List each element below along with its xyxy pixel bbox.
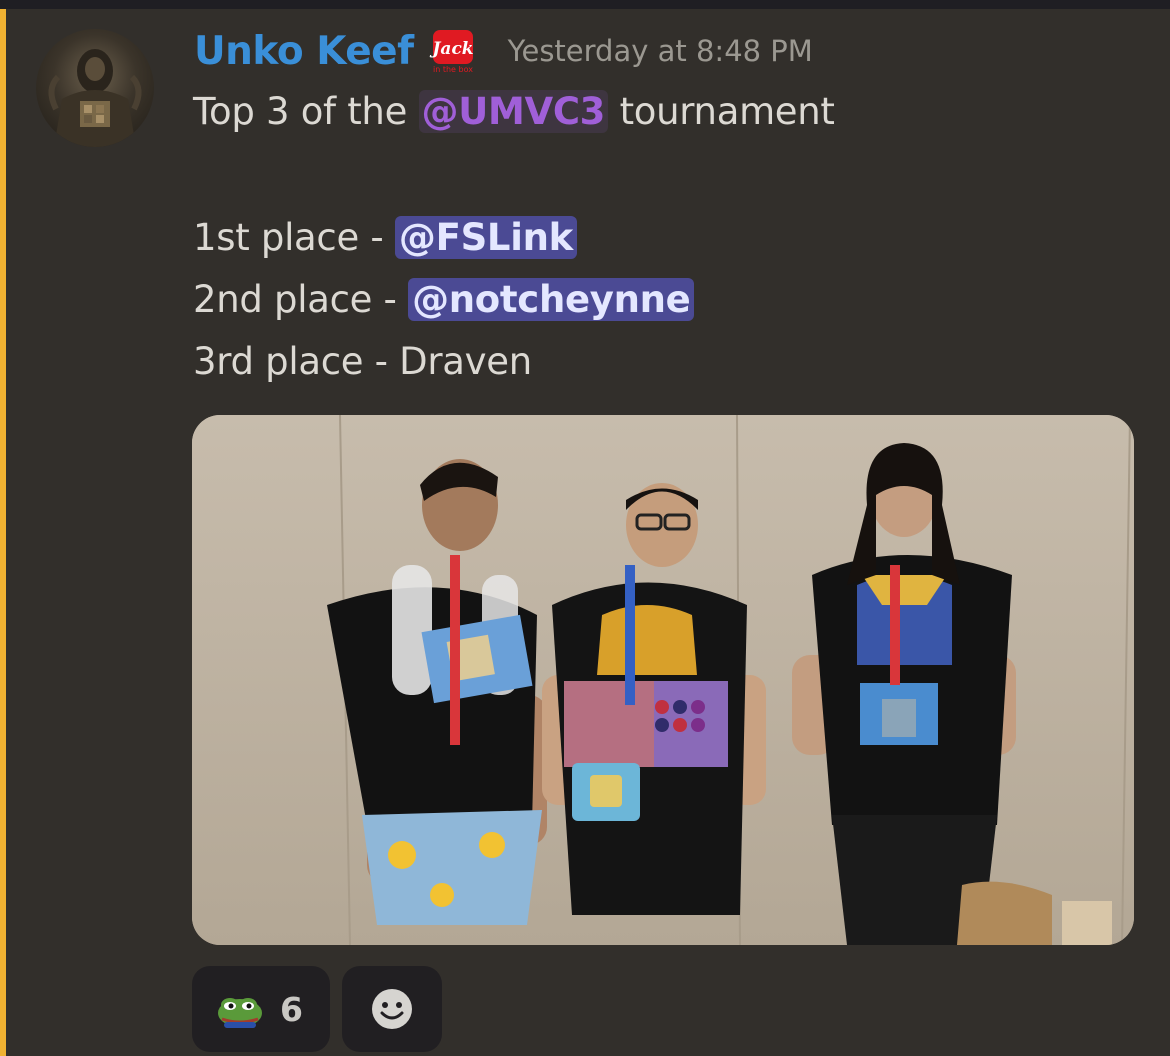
avatar-image [48, 49, 142, 147]
reaction-count: 6 [280, 989, 303, 1029]
place-label: 2nd place - [193, 278, 409, 321]
message-timestamp[interactable]: Yesterday at 8:48 PM [508, 34, 813, 68]
smiley-face-icon [372, 989, 412, 1029]
message-line-1: Top 3 of the @UMVC3 tournament [193, 90, 835, 133]
place-name: Draven [399, 340, 532, 383]
place-label: 1st place - [193, 216, 395, 259]
user-mention-notcheynne[interactable]: @notcheynne [408, 278, 695, 321]
pepe-frog-icon [218, 998, 262, 1028]
svg-text:Jack: Jack [429, 39, 473, 59]
text-segment: tournament [608, 90, 835, 133]
jack-in-the-box-icon[interactable]: Jack in the box [428, 27, 478, 75]
add-reaction-button[interactable] [342, 966, 442, 1052]
svg-text:in the box: in the box [433, 65, 473, 74]
message-highlight-bar [0, 9, 6, 1056]
author-name[interactable]: Unko Keef [194, 29, 414, 74]
role-mention[interactable]: @UMVC3 [418, 90, 609, 133]
reaction-pepe[interactable]: 6 [192, 966, 330, 1052]
message-header: Unko Keef Jack in the box Yesterday at 8… [194, 26, 813, 76]
user-mention-fslink[interactable]: @FSLink [394, 216, 577, 259]
attached-image[interactable] [192, 415, 1134, 945]
top-divider [0, 0, 1170, 9]
place-label: 3rd place - [193, 340, 400, 383]
text-segment: Top 3 of the [193, 90, 419, 133]
place-line-3: 3rd place - Draven [193, 340, 532, 383]
place-line-2: 2nd place - @notcheynne [193, 278, 695, 321]
place-line-1: 1st place - @FSLink [193, 216, 577, 259]
avatar[interactable] [36, 29, 154, 147]
